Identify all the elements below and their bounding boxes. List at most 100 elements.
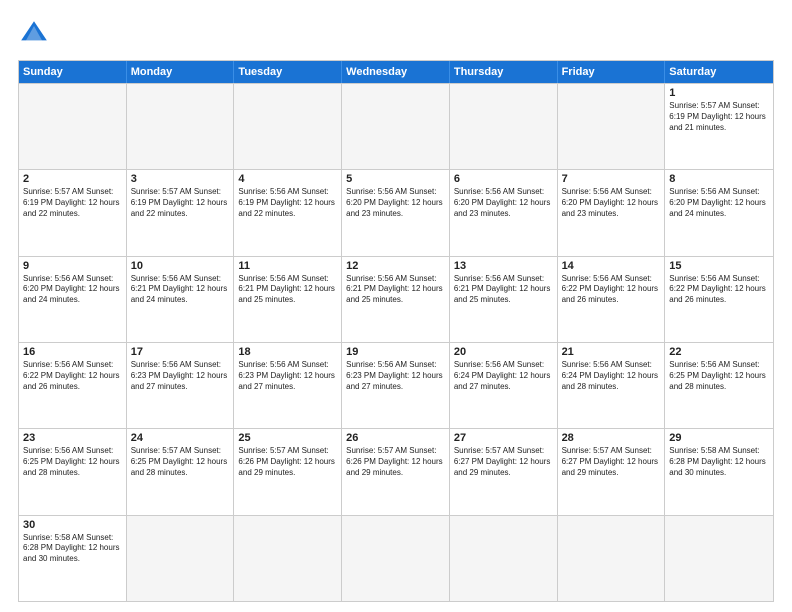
day-number: 27 — [454, 432, 553, 444]
day-cell-18: 18Sunrise: 5:56 AM Sunset: 6:23 PM Dayli… — [234, 343, 342, 428]
day-cell-29: 29 Sunrise: 5:58 AM Sunset: 6:28 PM Dayli… — [665, 429, 773, 514]
day-number: 5 — [346, 173, 445, 185]
calendar-week-5: 23Sunrise: 5:56 AM Sunset: 6:25 PM Dayli… — [19, 428, 773, 514]
day-cell-25: 25 Sunrise: 5:57 AM Sunset: 6:26 PM Dayli… — [234, 429, 342, 514]
header-day-friday: Friday — [558, 61, 666, 83]
calendar-week-2: 2Sunrise: 5:57 AM Sunset: 6:19 PM Daylig… — [19, 169, 773, 255]
day-number: 29 — [669, 432, 769, 444]
page: SundayMondayTuesdayWednesdayThursdayFrid… — [0, 0, 792, 612]
header-day-sunday: Sunday — [19, 61, 127, 83]
day-number: 30 — [23, 519, 122, 531]
day-info: Sunrise: 5:57 AM Sunset: 6:26 PM Dayligh… — [238, 446, 337, 478]
day-info: Sunrise: 5:57 AM Sunset: 6:19 PM Dayligh… — [669, 101, 769, 133]
empty-cell — [450, 84, 558, 169]
day-cell-30: 30 Sunrise: 5:58 AM Sunset: 6:28 PM Dayli… — [19, 516, 127, 601]
day-number: 14 — [562, 260, 661, 272]
day-cell-15: 15Sunrise: 5:56 AM Sunset: 6:22 PM Dayli… — [665, 257, 773, 342]
day-info: Sunrise: 5:56 AM Sunset: 6:22 PM Dayligh… — [23, 360, 122, 392]
day-number: 6 — [454, 173, 553, 185]
empty-cell — [342, 516, 450, 601]
day-info: Sunrise: 5:57 AM Sunset: 6:25 PM Dayligh… — [131, 446, 230, 478]
header-day-monday: Monday — [127, 61, 235, 83]
day-number: 25 — [238, 432, 337, 444]
day-info: Sunrise: 5:56 AM Sunset: 6:23 PM Dayligh… — [238, 360, 337, 392]
calendar-header: SundayMondayTuesdayWednesdayThursdayFrid… — [19, 61, 773, 83]
day-cell-13: 13Sunrise: 5:56 AM Sunset: 6:21 PM Dayli… — [450, 257, 558, 342]
day-info: Sunrise: 5:56 AM Sunset: 6:24 PM Dayligh… — [454, 360, 553, 392]
day-cell-24: 24Sunrise: 5:57 AM Sunset: 6:25 PM Dayli… — [127, 429, 235, 514]
day-number: 12 — [346, 260, 445, 272]
day-cell-2: 2Sunrise: 5:57 AM Sunset: 6:19 PM Daylig… — [19, 170, 127, 255]
day-info: Sunrise: 5:57 AM Sunset: 6:26 PM Dayligh… — [346, 446, 445, 478]
day-cell-27: 27Sunrise: 5:57 AM Sunset: 6:27 PM Dayli… — [450, 429, 558, 514]
day-info: Sunrise: 5:58 AM Sunset: 6:28 PM Dayligh… — [669, 446, 769, 478]
day-info: Sunrise: 5:57 AM Sunset: 6:27 PM Dayligh… — [562, 446, 661, 478]
empty-cell — [450, 516, 558, 601]
day-number: 3 — [131, 173, 230, 185]
day-info: Sunrise: 5:56 AM Sunset: 6:20 PM Dayligh… — [346, 187, 445, 219]
day-cell-5: 5 Sunrise: 5:56 AM Sunset: 6:20 PM Daylig… — [342, 170, 450, 255]
day-number: 2 — [23, 173, 122, 185]
day-cell-12: 12 Sunrise: 5:56 AM Sunset: 6:21 PM Dayli… — [342, 257, 450, 342]
day-info: Sunrise: 5:56 AM Sunset: 6:22 PM Dayligh… — [562, 274, 661, 306]
calendar-week-6: 30 Sunrise: 5:58 AM Sunset: 6:28 PM Dayli… — [19, 515, 773, 601]
day-number: 1 — [669, 87, 769, 99]
day-cell-11: 11 Sunrise: 5:56 AM Sunset: 6:21 PM Dayli… — [234, 257, 342, 342]
day-cell-16: 16 Sunrise: 5:56 AM Sunset: 6:22 PM Dayli… — [19, 343, 127, 428]
empty-cell — [19, 84, 127, 169]
day-number: 4 — [238, 173, 337, 185]
empty-cell — [127, 516, 235, 601]
day-info: Sunrise: 5:56 AM Sunset: 6:21 PM Dayligh… — [131, 274, 230, 306]
day-number: 26 — [346, 432, 445, 444]
day-info: Sunrise: 5:56 AM Sunset: 6:20 PM Dayligh… — [562, 187, 661, 219]
calendar: SundayMondayTuesdayWednesdayThursdayFrid… — [18, 60, 774, 602]
day-cell-21: 21Sunrise: 5:56 AM Sunset: 6:24 PM Dayli… — [558, 343, 666, 428]
day-number: 22 — [669, 346, 769, 358]
day-number: 13 — [454, 260, 553, 272]
empty-cell — [342, 84, 450, 169]
day-number: 8 — [669, 173, 769, 185]
day-number: 17 — [131, 346, 230, 358]
day-number: 9 — [23, 260, 122, 272]
calendar-week-4: 16 Sunrise: 5:56 AM Sunset: 6:22 PM Dayli… — [19, 342, 773, 428]
header-day-wednesday: Wednesday — [342, 61, 450, 83]
day-number: 10 — [131, 260, 230, 272]
logo — [18, 18, 54, 50]
header — [18, 18, 774, 50]
day-info: Sunrise: 5:56 AM Sunset: 6:21 PM Dayligh… — [346, 274, 445, 306]
day-info: Sunrise: 5:56 AM Sunset: 6:24 PM Dayligh… — [562, 360, 661, 392]
day-info: Sunrise: 5:56 AM Sunset: 6:19 PM Dayligh… — [238, 187, 337, 219]
day-cell-3: 3Sunrise: 5:57 AM Sunset: 6:19 PM Daylig… — [127, 170, 235, 255]
day-cell-17: 17 Sunrise: 5:56 AM Sunset: 6:23 PM Dayli… — [127, 343, 235, 428]
header-day-saturday: Saturday — [665, 61, 773, 83]
day-info: Sunrise: 5:58 AM Sunset: 6:28 PM Dayligh… — [23, 533, 122, 565]
day-info: Sunrise: 5:56 AM Sunset: 6:23 PM Dayligh… — [131, 360, 230, 392]
calendar-body: 1 Sunrise: 5:57 AM Sunset: 6:19 PM Daylig… — [19, 83, 773, 601]
day-info: Sunrise: 5:56 AM Sunset: 6:20 PM Dayligh… — [454, 187, 553, 219]
day-cell-1: 1 Sunrise: 5:57 AM Sunset: 6:19 PM Daylig… — [665, 84, 773, 169]
day-number: 11 — [238, 260, 337, 272]
day-info: Sunrise: 5:56 AM Sunset: 6:21 PM Dayligh… — [238, 274, 337, 306]
day-number: 16 — [23, 346, 122, 358]
day-cell-19: 19 Sunrise: 5:56 AM Sunset: 6:23 PM Dayli… — [342, 343, 450, 428]
empty-cell — [558, 84, 666, 169]
day-cell-14: 14 Sunrise: 5:56 AM Sunset: 6:22 PM Dayli… — [558, 257, 666, 342]
day-cell-8: 8Sunrise: 5:56 AM Sunset: 6:20 PM Daylig… — [665, 170, 773, 255]
day-number: 28 — [562, 432, 661, 444]
day-cell-6: 6 Sunrise: 5:56 AM Sunset: 6:20 PM Daylig… — [450, 170, 558, 255]
day-cell-28: 28 Sunrise: 5:57 AM Sunset: 6:27 PM Dayli… — [558, 429, 666, 514]
day-number: 20 — [454, 346, 553, 358]
day-number: 19 — [346, 346, 445, 358]
calendar-week-1: 1 Sunrise: 5:57 AM Sunset: 6:19 PM Daylig… — [19, 83, 773, 169]
day-cell-4: 4 Sunrise: 5:56 AM Sunset: 6:19 PM Daylig… — [234, 170, 342, 255]
logo-icon — [18, 18, 50, 50]
day-info: Sunrise: 5:56 AM Sunset: 6:25 PM Dayligh… — [669, 360, 769, 392]
day-cell-7: 7Sunrise: 5:56 AM Sunset: 6:20 PM Daylig… — [558, 170, 666, 255]
day-number: 23 — [23, 432, 122, 444]
day-info: Sunrise: 5:56 AM Sunset: 6:20 PM Dayligh… — [23, 274, 122, 306]
header-day-tuesday: Tuesday — [234, 61, 342, 83]
day-cell-22: 22 Sunrise: 5:56 AM Sunset: 6:25 PM Dayli… — [665, 343, 773, 428]
day-info: Sunrise: 5:56 AM Sunset: 6:23 PM Dayligh… — [346, 360, 445, 392]
day-cell-26: 26 Sunrise: 5:57 AM Sunset: 6:26 PM Dayli… — [342, 429, 450, 514]
empty-cell — [558, 516, 666, 601]
